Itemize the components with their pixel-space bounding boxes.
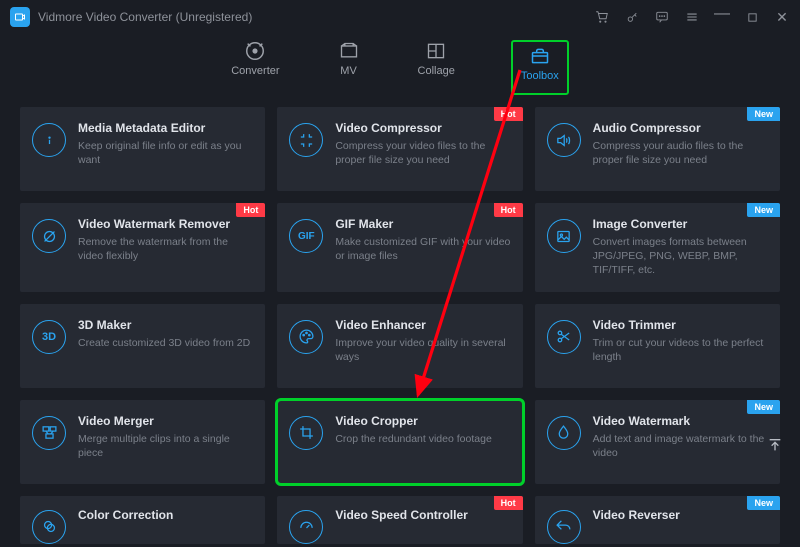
compress-icon	[289, 123, 323, 157]
new-badge: New	[747, 203, 780, 217]
tool-title: Video Trimmer	[593, 318, 768, 332]
tool-gif-maker[interactable]: Hot GIF GIF Maker Make customized GIF wit…	[277, 203, 522, 292]
tool-title: Color Correction	[78, 508, 253, 522]
feedback-icon[interactable]	[654, 9, 670, 25]
tab-collage[interactable]: Collage	[418, 40, 455, 95]
tool-title: Media Metadata Editor	[78, 121, 253, 135]
tool-title: 3D Maker	[78, 318, 253, 332]
window-controls: — ✕	[594, 9, 790, 25]
converter-icon	[242, 40, 268, 62]
tool-desc: Trim or cut your videos to the perfect l…	[593, 336, 768, 364]
tool-video-enhancer[interactable]: Video Enhancer Improve your video quality…	[277, 304, 522, 388]
hot-badge: Hot	[494, 107, 523, 121]
hot-badge: Hot	[236, 203, 265, 217]
cart-icon[interactable]	[594, 9, 610, 25]
tab-mv[interactable]: MV	[336, 40, 362, 95]
app-logo-icon	[10, 7, 30, 27]
new-badge: New	[747, 400, 780, 414]
tool-title: Video Watermark	[593, 414, 768, 428]
tool-desc: Compress your video files to the proper …	[335, 139, 510, 167]
tool-desc: Compress your audio files to the proper …	[593, 139, 768, 167]
tool-desc: Keep original file info or edit as you w…	[78, 139, 253, 167]
tab-label: MV	[340, 65, 357, 77]
tool-image-converter[interactable]: New Image Converter Convert images format…	[535, 203, 780, 292]
merge-icon	[32, 416, 66, 450]
info-icon	[32, 123, 66, 157]
window-title: Vidmore Video Converter (Unregistered)	[38, 10, 252, 24]
palette-icon	[289, 320, 323, 354]
tool-desc: Improve your video quality in several wa…	[335, 336, 510, 364]
titlebar: Vidmore Video Converter (Unregistered) —…	[0, 0, 800, 34]
tool-media-metadata-editor[interactable]: Media Metadata Editor Keep original file …	[20, 107, 265, 191]
tool-video-watermark[interactable]: New Video Watermark Add text and image wa…	[535, 400, 780, 484]
maximize-button[interactable]	[744, 9, 760, 25]
tool-desc: Merge multiple clips into a single piece	[78, 432, 253, 460]
tool-desc: Crop the redundant video footage	[335, 432, 510, 446]
tool-3d-maker[interactable]: 3D 3D Maker Create customized 3D video fr…	[20, 304, 265, 388]
image-icon	[547, 219, 581, 253]
tool-desc: Make customized GIF with your video or i…	[335, 235, 510, 263]
tool-video-compressor[interactable]: Hot Video Compressor Compress your video …	[277, 107, 522, 191]
tool-grid: Media Metadata Editor Keep original file …	[0, 107, 800, 547]
toolbox-icon	[527, 45, 553, 67]
tool-title: Video Speed Controller	[335, 508, 510, 522]
audio-icon	[547, 123, 581, 157]
key-icon[interactable]	[624, 9, 640, 25]
speed-icon	[289, 510, 323, 544]
menu-icon[interactable]	[684, 9, 700, 25]
tool-video-merger[interactable]: Video Merger Merge multiple clips into a …	[20, 400, 265, 484]
hot-badge: Hot	[494, 496, 523, 510]
close-button[interactable]: ✕	[774, 9, 790, 25]
scissors-icon	[547, 320, 581, 354]
tab-label: Collage	[418, 65, 455, 77]
tool-title: Image Converter	[593, 217, 768, 231]
tool-desc: Add text and image watermark to the vide…	[593, 432, 768, 460]
tool-title: Audio Compressor	[593, 121, 768, 135]
tool-title: Video Compressor	[335, 121, 510, 135]
tool-title: Video Cropper	[335, 414, 510, 428]
tool-video-speed-controller[interactable]: Hot Video Speed Controller	[277, 496, 522, 544]
new-badge: New	[747, 107, 780, 121]
collage-icon	[423, 40, 449, 62]
tool-title: Video Reverser	[593, 508, 768, 522]
drop-icon	[547, 416, 581, 450]
tool-title: Video Watermark Remover	[78, 217, 253, 231]
gif-icon: GIF	[289, 219, 323, 253]
new-badge: New	[747, 496, 780, 510]
tool-video-trimmer[interactable]: Video Trimmer Trim or cut your videos to …	[535, 304, 780, 388]
crop-icon	[289, 416, 323, 450]
tab-toolbox[interactable]: Toolbox	[511, 40, 569, 95]
reverse-icon	[547, 510, 581, 544]
tab-converter[interactable]: Converter	[231, 40, 279, 95]
tool-video-reverser[interactable]: New Video Reverser	[535, 496, 780, 544]
tab-label: Converter	[231, 65, 279, 77]
tool-desc: Convert images formats between JPG/JPEG,…	[593, 235, 768, 278]
tool-title: Video Enhancer	[335, 318, 510, 332]
scroll-top-button[interactable]	[764, 434, 786, 456]
tool-video-cropper[interactable]: Video Cropper Crop the redundant video fo…	[277, 400, 522, 484]
color-icon	[32, 510, 66, 544]
tool-title: GIF Maker	[335, 217, 510, 231]
mv-icon	[336, 40, 362, 62]
minimize-button[interactable]: —	[714, 6, 730, 22]
tool-video-watermark-remover[interactable]: Hot Video Watermark Remover Remove the wa…	[20, 203, 265, 292]
hot-badge: Hot	[494, 203, 523, 217]
tool-desc: Remove the watermark from the video flex…	[78, 235, 253, 263]
tool-title: Video Merger	[78, 414, 253, 428]
tool-audio-compressor[interactable]: New Audio Compressor Compress your audio …	[535, 107, 780, 191]
tool-desc: Create customized 3D video from 2D	[78, 336, 253, 350]
tab-label: Toolbox	[521, 70, 559, 82]
remove-watermark-icon	[32, 219, 66, 253]
tool-color-correction[interactable]: Color Correction	[20, 496, 265, 544]
3d-icon: 3D	[32, 320, 66, 354]
main-tabs: Converter MV Collage Toolbox	[0, 34, 800, 107]
